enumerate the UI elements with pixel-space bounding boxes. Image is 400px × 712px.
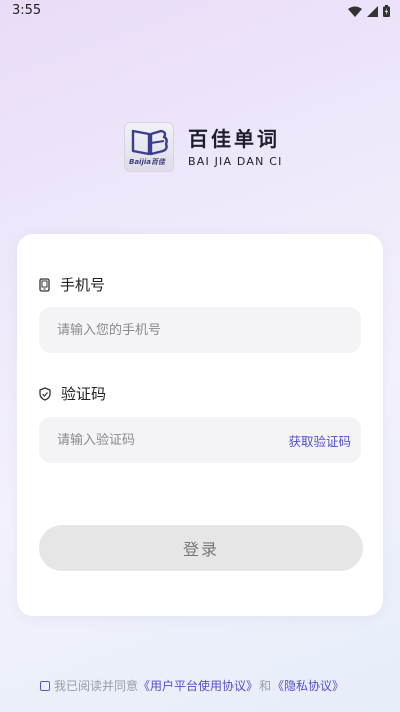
wifi-icon xyxy=(348,6,362,17)
get-code-button[interactable]: 获取验证码 xyxy=(288,431,351,450)
login-card: 手机号 验证码 获取验证码 登录 xyxy=(17,234,383,616)
agree-and-text: 和 xyxy=(259,679,272,693)
book-logo-icon xyxy=(131,129,168,156)
privacy-agreement-link[interactable]: 《隐私协议》 xyxy=(272,677,344,694)
brand-pinyin: BAI JIA DAN CI xyxy=(188,154,283,168)
logo-mark: Baijia百佳 xyxy=(124,122,174,172)
user-agreement-link[interactable]: 《用户平台使用协议》 xyxy=(138,677,258,694)
battery-icon xyxy=(383,5,390,17)
signal-icon xyxy=(367,5,378,17)
code-input-box[interactable]: 获取验证码 xyxy=(39,417,361,463)
agreement-row: 我已阅读并同意 《用户平台使用协议》 和 《隐私协议》 xyxy=(40,677,344,694)
phone-input-box[interactable] xyxy=(39,307,361,353)
code-input[interactable] xyxy=(57,432,257,448)
code-label: 验证码 xyxy=(39,383,106,404)
brand-text: 百佳单词 BAI JIA DAN CI xyxy=(188,127,283,168)
phone-icon xyxy=(39,277,50,292)
logo-small-text: Baijia百佳 xyxy=(129,158,165,166)
code-label-text: 验证码 xyxy=(61,385,107,403)
system-icons xyxy=(348,5,390,17)
phone-label: 手机号 xyxy=(39,274,105,295)
phone-input[interactable] xyxy=(57,322,257,338)
status-time: 3:55 xyxy=(12,3,42,18)
agree-text: 我已阅读并同意 xyxy=(54,679,139,693)
app-logo: Baijia百佳 百佳单词 BAI JIA DAN CI xyxy=(124,122,283,172)
agree-checkbox[interactable] xyxy=(40,680,50,691)
status-bar: 3:55 xyxy=(0,0,400,24)
login-button[interactable]: 登录 xyxy=(39,525,363,571)
shield-check-icon xyxy=(39,386,51,401)
brand-name: 百佳单词 xyxy=(188,126,280,151)
phone-label-text: 手机号 xyxy=(60,276,106,294)
